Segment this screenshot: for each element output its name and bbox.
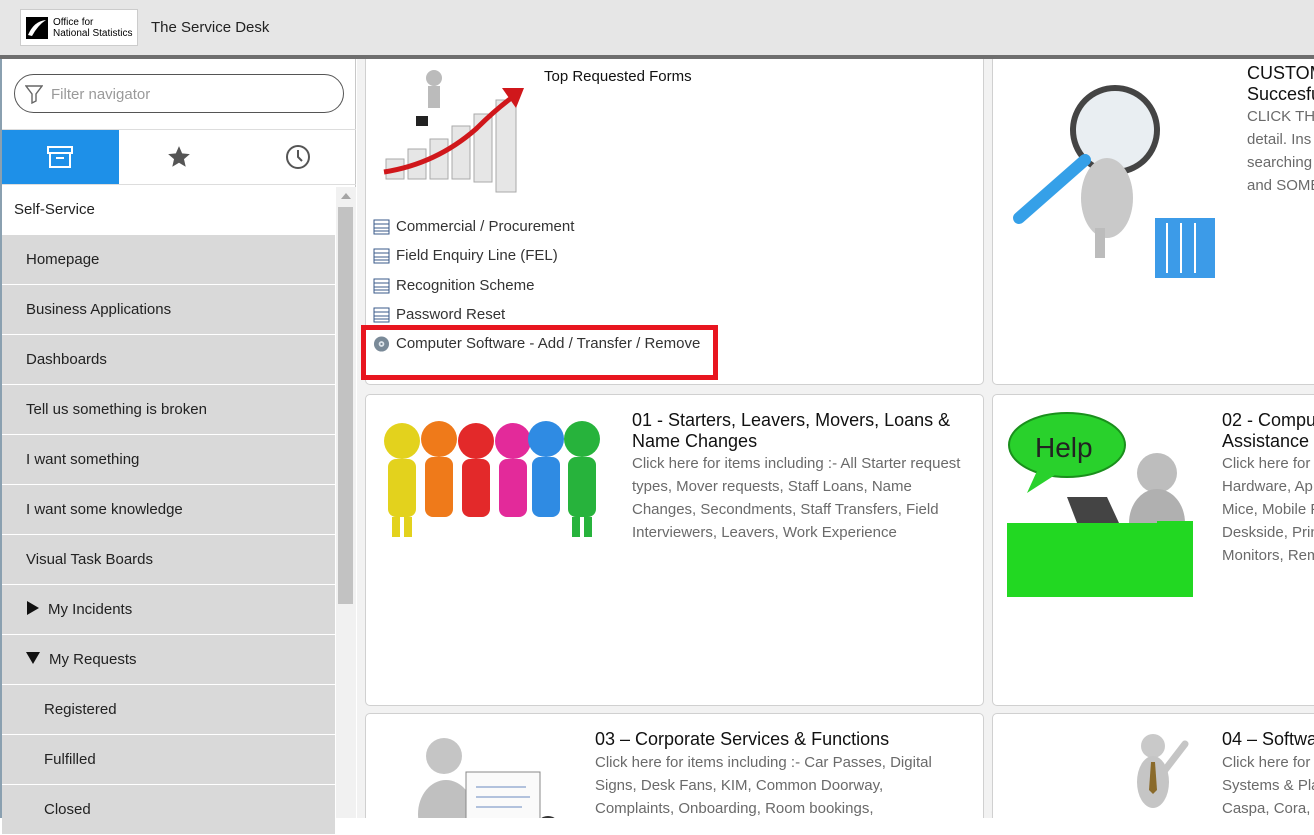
form-link-commercial-procurement[interactable]: Commercial / Procurement (373, 218, 574, 235)
scroll-thumb[interactable] (338, 207, 353, 604)
star-icon (167, 146, 190, 167)
nav-item-registered[interactable]: Registered (2, 685, 335, 735)
nav-item-tell-us-broken[interactable]: Tell us something is broken (2, 385, 335, 435)
nav-item-dashboards[interactable]: Dashboards (2, 335, 335, 385)
top-bar: Office for National Statistics The Servi… (0, 0, 1314, 56)
filter-navigator-input[interactable]: Filter navigator (14, 74, 344, 113)
card-starters-leavers[interactable]: 01 - Starters, Leavers, Movers, Loans & … (365, 394, 984, 706)
nav-item-knowledge[interactable]: I want some knowledge (2, 485, 335, 535)
navigator-edge (0, 59, 2, 818)
app-title: The Service Desk (151, 19, 270, 36)
clock-icon (285, 145, 310, 169)
help-figure-image: Help (1007, 412, 1193, 597)
top-forms-title: Top Requested Forms (544, 68, 692, 85)
customer-card-desc: CLICK THI detail. Ins searching and SOME (1247, 108, 1314, 194)
waving-figure-image (1137, 734, 1189, 808)
navigator-menu: Self-Service Homepage Business Applicati… (2, 185, 335, 835)
card-04-desc: Click here for Systems & Pla Caspa, Cora… (1222, 754, 1314, 817)
card-03-title: 03 – Corporate Services & Functions (595, 729, 890, 749)
card-computer-assistance[interactable]: Help 02 - Compu Assistance Click here fo… (992, 394, 1314, 706)
funnel-icon (25, 85, 43, 104)
nav-item-homepage[interactable]: Homepage (2, 235, 335, 285)
tab-favorites[interactable] (119, 130, 238, 184)
nav-item-my-incidents[interactable]: My Incidents (2, 585, 335, 635)
tab-history[interactable] (238, 130, 357, 184)
card-01-title: 01 - Starters, Leavers, Movers, Loans & … (632, 410, 951, 451)
card-02-title: 02 - Compu Assistance (1222, 410, 1314, 451)
card-02-desc: Click here for Hardware, Ap Mice, Mobile… (1222, 455, 1314, 564)
card-software[interactable]: 04 – Softwa Click here for Systems & Pla… (992, 713, 1314, 818)
ons-logo-icon (26, 17, 48, 39)
navigator-scrollbar[interactable] (336, 187, 356, 818)
form-link-password-reset[interactable]: Password Reset (373, 306, 505, 323)
customer-card-title: CUSTOM Succesfu (1247, 63, 1314, 104)
archive-icon (46, 146, 73, 168)
card-03-desc: Click here for items including :- Car Pa… (595, 754, 932, 817)
application-navigator: Filter navigator Self-Service Homepage B… (0, 59, 357, 835)
people-chain-image (384, 421, 600, 537)
form-icon (373, 248, 390, 263)
card-01-desc: Click here for items including :- All St… (632, 455, 961, 541)
form-link-recognition-scheme[interactable]: Recognition Scheme (373, 277, 534, 294)
caret-down-icon[interactable] (26, 651, 40, 668)
highlight-box (361, 325, 718, 380)
caret-right-icon[interactable] (26, 600, 39, 619)
filter-placeholder: Filter navigator (51, 86, 151, 103)
service-catalog-content: Top Requested Forms Commercial / Procure… (357, 59, 1314, 818)
ons-logo[interactable]: Office for National Statistics (20, 9, 138, 46)
nav-item-my-requests[interactable]: My Requests (2, 635, 335, 685)
nav-item-business-applications[interactable]: Business Applications (2, 285, 335, 335)
nav-item-closed[interactable]: Closed (2, 785, 335, 835)
form-icon (373, 307, 390, 322)
card-corporate-services[interactable]: 03 – Corporate Services & Functions Clic… (365, 713, 984, 818)
form-icon (373, 219, 390, 234)
nav-item-i-want-something[interactable]: I want something (2, 435, 335, 485)
section-self-service[interactable]: Self-Service (2, 185, 335, 235)
form-link-field-enquiry-line[interactable]: Field Enquiry Line (FEL) (373, 247, 558, 264)
form-icon (373, 278, 390, 293)
tab-all-apps[interactable] (0, 130, 119, 184)
card-04-title: 04 – Softwa (1222, 729, 1314, 749)
logo-text: Office for National Statistics (53, 17, 133, 39)
nav-item-fulfilled[interactable]: Fulfilled (2, 735, 335, 785)
presenter-figure-image (418, 738, 555, 818)
help-text: Help (1035, 432, 1093, 463)
scroll-up-arrow-icon[interactable] (341, 193, 351, 199)
magnifier-figure-image (1013, 85, 1215, 278)
customer-card[interactable]: CUSTOM Succesfu CLICK THI detail. Ins se… (992, 59, 1314, 385)
nav-item-visual-task-boards[interactable]: Visual Task Boards (2, 535, 335, 585)
growth-chart-image (383, 70, 524, 193)
